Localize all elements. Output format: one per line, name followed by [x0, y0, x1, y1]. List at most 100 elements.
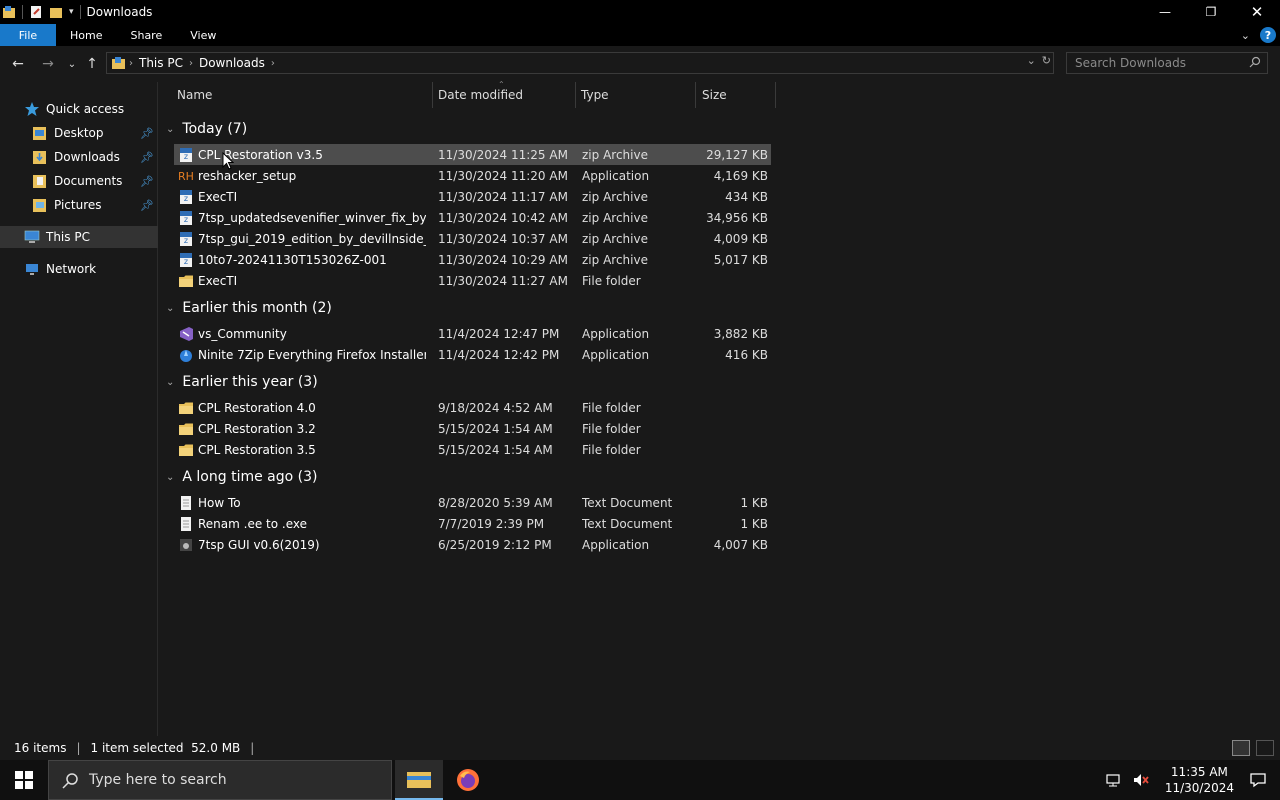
group-collapse-chevron-icon[interactable]: ⌄ — [166, 377, 174, 388]
file-row[interactable]: vs_Community 11/4/2024 12:47 PM Applicatio… — [174, 323, 771, 344]
file-row[interactable]: CPL Restoration 3.5 5/15/2024 1:54 AM File… — [174, 439, 771, 460]
forward-arrow-icon[interactable]: → — [38, 54, 58, 74]
tab-view[interactable]: View — [176, 24, 230, 46]
taskbar-search-box[interactable]: Type here to search — [48, 760, 392, 800]
expand-ribbon-chevron-icon[interactable]: ⌄ — [1241, 29, 1250, 42]
large-icons-view-button[interactable] — [1256, 740, 1274, 756]
address-dropdown-chevron-icon[interactable]: ⌄ — [1027, 54, 1036, 67]
file-row[interactable]: z CPL Restoration v3.5 11/30/2024 11:25 AM… — [174, 144, 771, 165]
column-header-name[interactable]: Name — [177, 82, 212, 108]
pin-icon[interactable]: 📌︎ — [140, 127, 154, 140]
file-row[interactable]: z 10to7-20241130T153026Z-001 11/30/2024 10… — [174, 249, 771, 270]
sidebar-item-label: This PC — [46, 230, 90, 244]
sidebar-item-downloads[interactable]: Downloads 📌︎ — [0, 146, 158, 168]
file-type-cell: Application — [582, 537, 650, 552]
properties-icon[interactable] — [29, 5, 43, 19]
tab-share[interactable]: Share — [116, 24, 176, 46]
help-button[interactable]: ? — [1260, 27, 1276, 43]
file-name-cell: RH reshacker_setup — [178, 165, 426, 186]
breadcrumb-separator-icon: › — [188, 57, 193, 69]
clock-time: 11:35 AM — [1170, 765, 1228, 779]
details-view-button[interactable] — [1232, 740, 1250, 756]
file-row[interactable]: How To 8/28/2020 5:39 AM Text Document 1 KB — [174, 492, 771, 513]
sidebar-item-desktop[interactable]: Desktop 📌︎ — [0, 122, 158, 144]
refresh-icon[interactable]: ↻ — [1042, 54, 1051, 67]
file-size-cell — [694, 397, 768, 418]
network-status-icon[interactable] — [1103, 770, 1123, 790]
navigation-bar: ← → ⌄ ↑ › This PC › Downloads › ⌄ ↻ Sear… — [0, 46, 1280, 82]
minimize-button[interactable]: — — [1142, 0, 1188, 24]
tab-file[interactable]: File — [0, 24, 56, 46]
app-icon — [178, 537, 194, 553]
title-bar: ▾ Downloads — ❐ ✕ — [0, 0, 1280, 24]
file-name: CPL Restoration 3.2 — [198, 421, 316, 436]
address-bar[interactable]: › This PC › Downloads › ⌄ ↻ — [106, 52, 1054, 74]
file-row[interactable]: z 7tsp_gui_2019_edition_by_devillnside_dd… — [174, 228, 771, 249]
file-row[interactable]: ExecTI 11/30/2024 11:27 AM File folder — [174, 270, 771, 291]
documents-folder-icon — [32, 173, 48, 189]
search-downloads-input[interactable]: Search Downloads — [1066, 52, 1268, 74]
column-header-type[interactable]: Type — [581, 82, 609, 108]
file-row[interactable]: z 7tsp_updatedsevenifier_winver_fix_by_lu… — [174, 207, 771, 228]
file-name-cell: z 7tsp_gui_2019_edition_by_devillnside_dd… — [178, 228, 426, 249]
file-size-cell: 4,009 KB — [713, 231, 768, 246]
sidebar-item-pictures[interactable]: Pictures 📌︎ — [0, 194, 158, 216]
file-row[interactable]: Renam .ee to .exe 7/7/2019 2:39 PM Text Do… — [174, 513, 771, 534]
breadcrumb-this-pc[interactable]: This PC — [139, 56, 183, 70]
status-divider: | — [250, 741, 255, 755]
volume-muted-icon[interactable] — [1131, 770, 1151, 790]
sidebar-item-documents[interactable]: Documents 📌︎ — [0, 170, 158, 192]
file-row[interactable]: CPL Restoration 4.0 9/18/2024 4:52 AM File… — [174, 397, 771, 418]
pin-icon[interactable]: 📌︎ — [140, 175, 154, 188]
file-explorer-taskbar-button[interactable] — [395, 760, 443, 800]
restore-button[interactable]: ❐ — [1188, 0, 1234, 24]
sidebar-item-network[interactable]: Network — [0, 258, 158, 280]
recent-locations-chevron-icon[interactable]: ⌄ — [62, 54, 82, 74]
start-button[interactable] — [0, 760, 48, 800]
group-header[interactable]: ⌄ Earlier this month (2) — [166, 297, 332, 319]
group-collapse-chevron-icon[interactable]: ⌄ — [166, 124, 174, 135]
group-collapse-chevron-icon[interactable]: ⌄ — [166, 303, 174, 314]
sidebar-item-quick-access[interactable]: Quick access — [0, 98, 158, 120]
back-arrow-icon[interactable]: ← — [8, 54, 28, 74]
column-divider[interactable] — [695, 82, 696, 108]
sidebar-item-this-pc[interactable]: This PC — [0, 226, 158, 248]
column-divider[interactable] — [575, 82, 576, 108]
new-folder-icon[interactable] — [49, 5, 63, 19]
group-header[interactable]: ⌄ A long time ago (3) — [166, 466, 317, 488]
file-row[interactable]: Ninite 7Zip Everything Firefox Installer… — [174, 344, 771, 365]
file-type-cell: File folder — [582, 442, 641, 457]
group-header[interactable]: ⌄ Today (7) — [166, 118, 247, 140]
column-divider[interactable] — [432, 82, 433, 108]
up-arrow-icon[interactable]: ↑ — [82, 54, 102, 74]
column-header-date-modified[interactable]: Date modified — [438, 82, 523, 108]
taskbar-search-placeholder: Type here to search — [89, 772, 227, 788]
close-button[interactable]: ✕ — [1234, 0, 1280, 24]
group-header[interactable]: ⌄ Earlier this year (3) — [166, 371, 318, 393]
customize-toolbar-chevron-icon[interactable]: ▾ — [69, 7, 74, 17]
column-header-size[interactable]: Size — [702, 82, 727, 108]
file-size-cell: 1 KB — [740, 516, 768, 531]
taskbar-clock[interactable]: 11:35 AM 11/30/2024 — [1165, 764, 1234, 796]
pin-icon[interactable]: 📌︎ — [140, 151, 154, 164]
column-divider[interactable] — [775, 82, 776, 108]
file-size-cell: 434 KB — [725, 189, 768, 204]
file-row[interactable]: 7tsp GUI v0.6(2019) 6/25/2019 2:12 PM Appl… — [174, 534, 771, 555]
group-collapse-chevron-icon[interactable]: ⌄ — [166, 472, 174, 483]
file-name: ExecTI — [198, 189, 238, 204]
file-row[interactable]: CPL Restoration 3.2 5/15/2024 1:54 AM File… — [174, 418, 771, 439]
pin-icon[interactable]: 📌︎ — [140, 199, 154, 212]
file-list-view: Name Date modified Type Size ⌃ ⌄ Today (7… — [158, 80, 1280, 736]
folder-icon — [178, 400, 194, 416]
file-name-cell: CPL Restoration 3.2 — [178, 418, 426, 439]
file-type-cell: Text Document — [582, 495, 673, 510]
notification-center-icon[interactable] — [1248, 770, 1268, 790]
tab-home[interactable]: Home — [56, 24, 116, 46]
file-row[interactable]: z ExecTI 11/30/2024 11:17 AM zip Archive 434… — [174, 186, 771, 207]
firefox-taskbar-button[interactable] — [444, 760, 492, 800]
zip-icon: z — [178, 189, 194, 205]
file-size-cell: 34,956 KB — [706, 210, 768, 225]
file-row[interactable]: RH reshacker_setup 11/30/2024 11:20 AM Appl… — [174, 165, 771, 186]
breadcrumb-downloads[interactable]: Downloads — [199, 56, 265, 70]
file-type-cell: Application — [582, 168, 650, 183]
